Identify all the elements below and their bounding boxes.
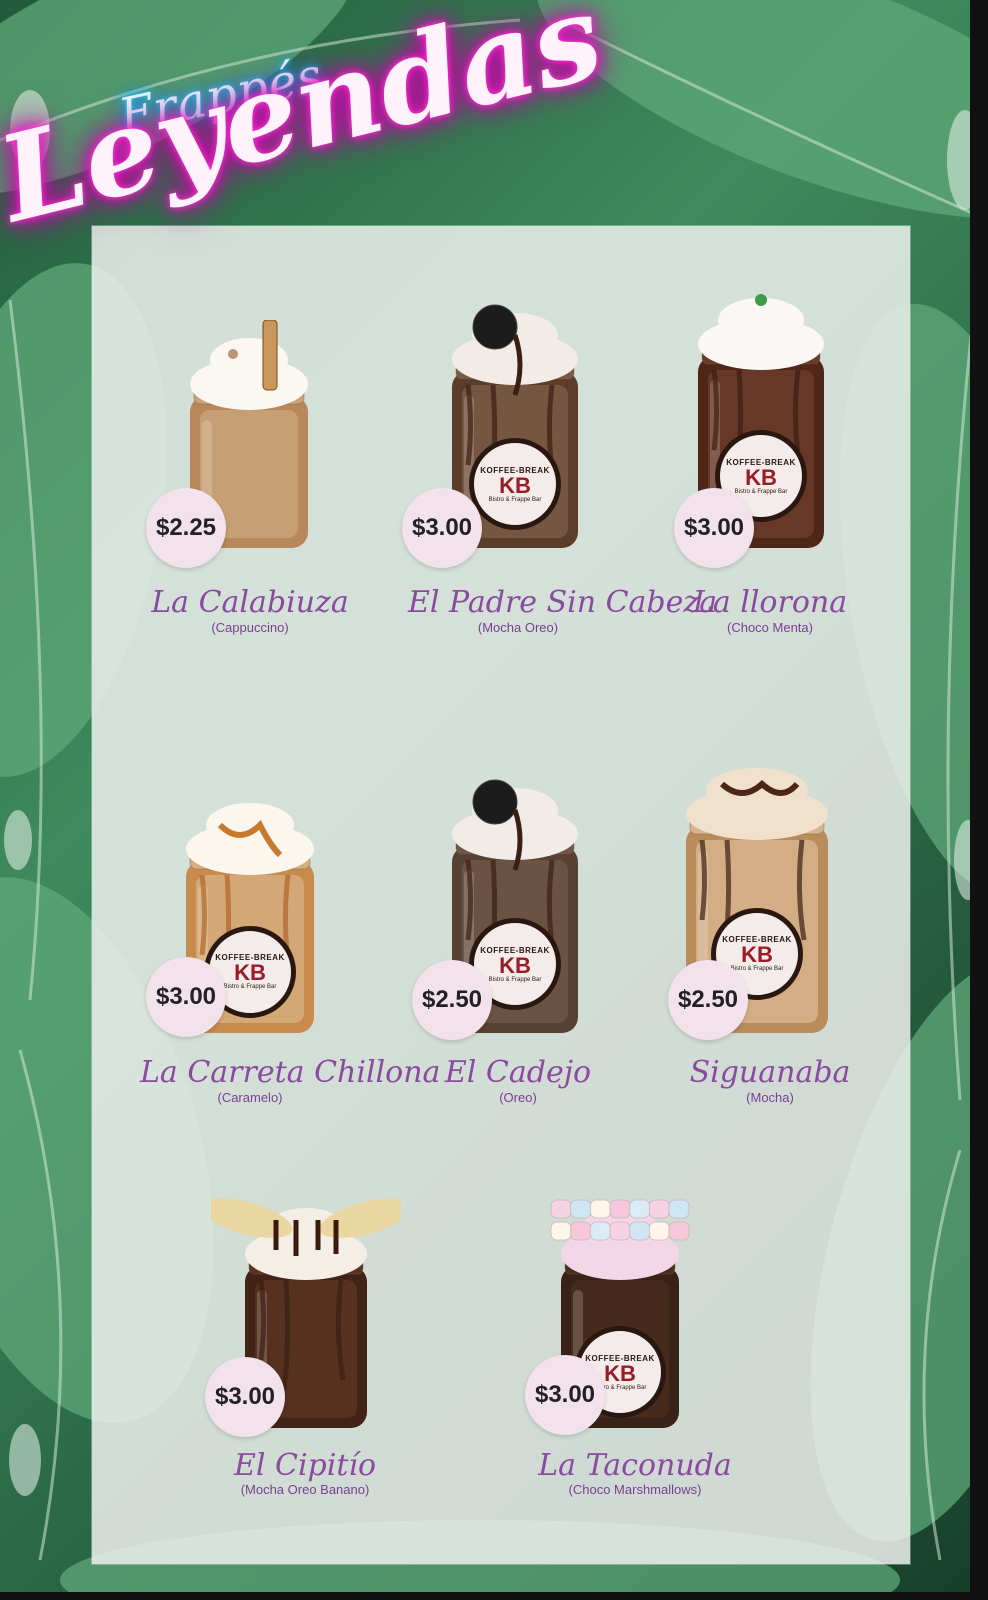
frappe-name: El Cadejo xyxy=(444,1055,592,1090)
frappe-menu-item: KOFFEE-BREAK KB Bistro & Frappe Bar $2.50 Si… xyxy=(660,715,880,1115)
logo-tagline-text: Bistro & Frappe Bar xyxy=(730,966,784,973)
price-badge: $3.00 xyxy=(146,957,226,1037)
edge-strip xyxy=(970,0,988,1600)
frappe-name: La Taconuda xyxy=(538,1448,732,1483)
menu-poster: Frappés Leyendas $2.25 La Calabiuza (Cappu… xyxy=(0,0,988,1600)
logo-initials: KB xyxy=(234,960,266,986)
logo-initials: KB xyxy=(741,942,773,968)
frappe-menu-item: KOFFEE-BREAK KB Bistro & Frappe Bar $3.00 La… xyxy=(525,1110,745,1510)
price-badge: $3.00 xyxy=(205,1357,285,1437)
price-badge: $3.00 xyxy=(402,488,482,568)
logo-initials: KB xyxy=(745,464,777,490)
frappe-name: Siguanaba xyxy=(689,1055,851,1090)
frappe-menu-item: $3.00 El Cipitío (Mocha Oreo Banano) xyxy=(195,1110,415,1510)
logo-tagline-text: Bistro & Frappe Bar xyxy=(488,976,542,983)
logo-initials: KB xyxy=(499,952,531,978)
frappe-name: La llorona xyxy=(692,585,848,620)
price-badge: $3.00 xyxy=(674,488,754,568)
frappe-menu-item: KOFFEE-BREAK KB Bistro & Frappe Bar $3.00 La… xyxy=(140,715,441,1115)
frappe-name: La Carreta Chillona xyxy=(140,1055,441,1090)
frappe-flavor: (Cappuccino) xyxy=(211,620,289,635)
price-badge: $2.50 xyxy=(668,960,748,1040)
frappe-menu-item: $2.25 La Calabiuza (Cappuccino) xyxy=(140,240,360,640)
logo-tagline-text: Bistro & Frappe Bar xyxy=(734,488,788,495)
frappe-menu-item: KOFFEE-BREAK KB Bistro & Frappe Bar $2.50 El… xyxy=(408,715,628,1115)
frappe-menu-item: KOFFEE-BREAK KB Bistro & Frappe Bar $3.00 La… xyxy=(660,240,880,640)
price-badge: $2.50 xyxy=(412,960,492,1040)
logo-tagline-text: Bistro & Frappe Bar xyxy=(223,984,277,991)
price-badge: $2.25 xyxy=(146,488,226,568)
edge-strip-bottom xyxy=(0,1592,988,1600)
logo-tagline-text: Bistro & Frappe Bar xyxy=(488,496,542,503)
koffee-break-logo: KOFFEE-BREAK KB Bistro & Frappe Bar xyxy=(469,438,561,531)
frappe-menu-item: KOFFEE-BREAK KB Bistro & Frappe Bar $3.00 El… xyxy=(402,240,718,640)
logo-initials: KB xyxy=(499,472,531,498)
frappe-flavor: (Caramelo) xyxy=(217,1090,283,1105)
frappe-flavor: (Choco Marshmallows) xyxy=(568,1482,702,1497)
frappe-flavor: (Mocha) xyxy=(746,1090,794,1105)
frappe-flavor: (Mocha Oreo Banano) xyxy=(240,1482,370,1497)
logo-initials: KB xyxy=(604,1360,636,1386)
frappe-flavor: (Choco Menta) xyxy=(727,620,813,635)
frappe-name: El Cipitío xyxy=(233,1448,377,1483)
frappe-name: El Padre Sin Cabeza xyxy=(408,585,718,620)
frappe-flavor: (Mocha Oreo) xyxy=(477,620,559,635)
frappe-flavor: (Oreo) xyxy=(499,1090,537,1105)
price-badge: $3.00 xyxy=(525,1355,605,1435)
frappe-name: La Calabiuza xyxy=(151,585,349,620)
